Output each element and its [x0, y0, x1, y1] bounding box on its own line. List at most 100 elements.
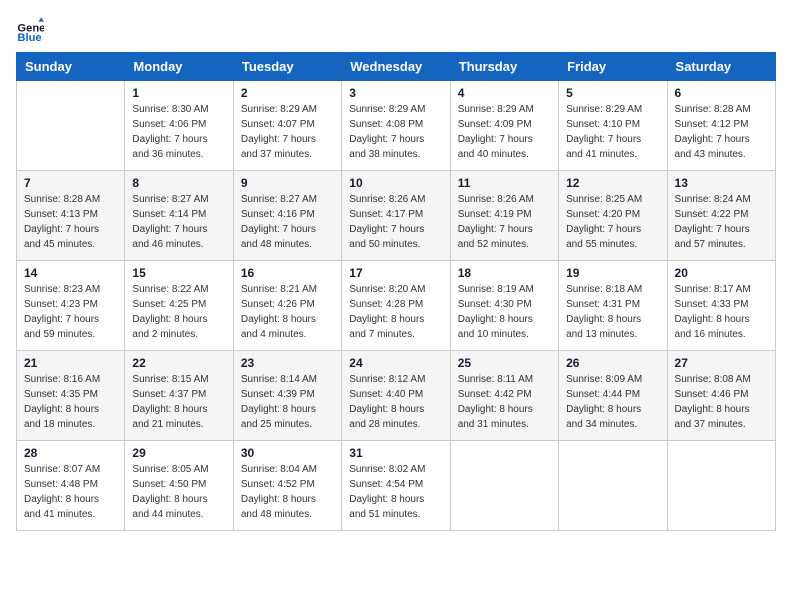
day-info: Sunrise: 8:09 AM Sunset: 4:44 PM Dayligh…	[566, 372, 659, 432]
day-cell: 3 Sunrise: 8:29 AM Sunset: 4:08 PM Daylig…	[342, 81, 450, 171]
day-info: Sunrise: 8:17 AM Sunset: 4:33 PM Dayligh…	[675, 282, 768, 342]
day-info: Sunrise: 8:19 AM Sunset: 4:30 PM Dayligh…	[458, 282, 551, 342]
day-cell: 15 Sunrise: 8:22 AM Sunset: 4:25 PM Dayli…	[125, 261, 233, 351]
day-number: 13	[675, 176, 768, 190]
day-info: Sunrise: 8:30 AM Sunset: 4:06 PM Dayligh…	[132, 102, 225, 162]
day-info: Sunrise: 8:29 AM Sunset: 4:09 PM Dayligh…	[458, 102, 551, 162]
day-number: 9	[241, 176, 334, 190]
day-cell: 13 Sunrise: 8:24 AM Sunset: 4:22 PM Dayli…	[667, 171, 775, 261]
day-cell: 31 Sunrise: 8:02 AM Sunset: 4:54 PM Dayli…	[342, 441, 450, 531]
day-cell: 30 Sunrise: 8:04 AM Sunset: 4:52 PM Dayli…	[233, 441, 341, 531]
day-cell: 22Sunrise: 8:15 AM Sunset: 4:37 PM Dayli…	[125, 351, 233, 441]
weekday-header-wednesday: Wednesday	[342, 53, 450, 81]
day-info: Sunrise: 8:25 AM Sunset: 4:20 PM Dayligh…	[566, 192, 659, 252]
day-info: Sunrise: 8:11 AM Sunset: 4:42 PM Dayligh…	[458, 372, 551, 432]
day-info: Sunrise: 8:28 AM Sunset: 4:13 PM Dayligh…	[24, 192, 117, 252]
day-info: Sunrise: 8:12 AM Sunset: 4:40 PM Dayligh…	[349, 372, 442, 432]
day-number: 1	[132, 86, 225, 100]
day-cell: 19 Sunrise: 8:18 AM Sunset: 4:31 PM Dayli…	[559, 261, 667, 351]
day-cell: 8 Sunrise: 8:27 AM Sunset: 4:14 PM Daylig…	[125, 171, 233, 261]
day-cell: 24 Sunrise: 8:12 AM Sunset: 4:40 PM Dayli…	[342, 351, 450, 441]
day-number: 24	[349, 356, 442, 370]
day-cell: 16 Sunrise: 8:21 AM Sunset: 4:26 PM Dayli…	[233, 261, 341, 351]
day-cell: 5Sunrise: 8:29 AM Sunset: 4:10 PM Daylig…	[559, 81, 667, 171]
day-cell	[450, 441, 558, 531]
day-info: Sunrise: 8:24 AM Sunset: 4:22 PM Dayligh…	[675, 192, 768, 252]
day-cell: 18 Sunrise: 8:19 AM Sunset: 4:30 PM Dayli…	[450, 261, 558, 351]
day-number: 17	[349, 266, 442, 280]
day-info: Sunrise: 8:14 AM Sunset: 4:39 PM Dayligh…	[241, 372, 334, 432]
day-info: Sunrise: 8:26 AM Sunset: 4:19 PM Dayligh…	[458, 192, 551, 252]
day-cell: 2Sunrise: 8:29 AM Sunset: 4:07 PM Daylig…	[233, 81, 341, 171]
weekday-header-monday: Monday	[125, 53, 233, 81]
day-number: 26	[566, 356, 659, 370]
day-cell: 6 Sunrise: 8:28 AM Sunset: 4:12 PM Daylig…	[667, 81, 775, 171]
day-number: 30	[241, 446, 334, 460]
calendar-table: SundayMondayTuesdayWednesdayThursdayFrid…	[16, 52, 776, 531]
day-info: Sunrise: 8:28 AM Sunset: 4:12 PM Dayligh…	[675, 102, 768, 162]
day-info: Sunrise: 8:29 AM Sunset: 4:07 PM Dayligh…	[241, 102, 334, 162]
day-number: 25	[458, 356, 551, 370]
day-number: 8	[132, 176, 225, 190]
day-cell: 12 Sunrise: 8:25 AM Sunset: 4:20 PM Dayli…	[559, 171, 667, 261]
day-info: Sunrise: 8:26 AM Sunset: 4:17 PM Dayligh…	[349, 192, 442, 252]
day-number: 6	[675, 86, 768, 100]
day-number: 4	[458, 86, 551, 100]
day-info: Sunrise: 8:04 AM Sunset: 4:52 PM Dayligh…	[241, 462, 334, 522]
day-cell: 1 Sunrise: 8:30 AM Sunset: 4:06 PM Daylig…	[125, 81, 233, 171]
weekday-header-row: SundayMondayTuesdayWednesdayThursdayFrid…	[17, 53, 776, 81]
weekday-header-friday: Friday	[559, 53, 667, 81]
day-number: 23	[241, 356, 334, 370]
day-info: Sunrise: 8:18 AM Sunset: 4:31 PM Dayligh…	[566, 282, 659, 342]
day-info: Sunrise: 8:21 AM Sunset: 4:26 PM Dayligh…	[241, 282, 334, 342]
day-info: Sunrise: 8:02 AM Sunset: 4:54 PM Dayligh…	[349, 462, 442, 522]
week-row-1: 1 Sunrise: 8:30 AM Sunset: 4:06 PM Daylig…	[17, 81, 776, 171]
day-number: 15	[132, 266, 225, 280]
day-cell: 21Sunrise: 8:16 AM Sunset: 4:35 PM Dayli…	[17, 351, 125, 441]
weekday-header-saturday: Saturday	[667, 53, 775, 81]
day-info: Sunrise: 8:05 AM Sunset: 4:50 PM Dayligh…	[132, 462, 225, 522]
day-number: 10	[349, 176, 442, 190]
day-number: 31	[349, 446, 442, 460]
day-info: Sunrise: 8:08 AM Sunset: 4:46 PM Dayligh…	[675, 372, 768, 432]
day-cell: 28 Sunrise: 8:07 AM Sunset: 4:48 PM Dayli…	[17, 441, 125, 531]
day-cell	[559, 441, 667, 531]
day-number: 16	[241, 266, 334, 280]
day-info: Sunrise: 8:07 AM Sunset: 4:48 PM Dayligh…	[24, 462, 117, 522]
day-info: Sunrise: 8:20 AM Sunset: 4:28 PM Dayligh…	[349, 282, 442, 342]
logo: General Blue	[16, 16, 46, 44]
day-number: 3	[349, 86, 442, 100]
day-cell: 11 Sunrise: 8:26 AM Sunset: 4:19 PM Dayli…	[450, 171, 558, 261]
day-info: Sunrise: 8:22 AM Sunset: 4:25 PM Dayligh…	[132, 282, 225, 342]
day-cell: 29Sunrise: 8:05 AM Sunset: 4:50 PM Dayli…	[125, 441, 233, 531]
day-cell	[667, 441, 775, 531]
day-number: 27	[675, 356, 768, 370]
day-cell	[17, 81, 125, 171]
day-cell: 17 Sunrise: 8:20 AM Sunset: 4:28 PM Dayli…	[342, 261, 450, 351]
svg-text:Blue: Blue	[17, 32, 41, 44]
day-cell: 4 Sunrise: 8:29 AM Sunset: 4:09 PM Daylig…	[450, 81, 558, 171]
day-cell: 7 Sunrise: 8:28 AM Sunset: 4:13 PM Daylig…	[17, 171, 125, 261]
day-number: 5	[566, 86, 659, 100]
day-cell: 14Sunrise: 8:23 AM Sunset: 4:23 PM Dayli…	[17, 261, 125, 351]
weekday-header-thursday: Thursday	[450, 53, 558, 81]
week-row-2: 7 Sunrise: 8:28 AM Sunset: 4:13 PM Daylig…	[17, 171, 776, 261]
day-info: Sunrise: 8:29 AM Sunset: 4:08 PM Dayligh…	[349, 102, 442, 162]
day-number: 11	[458, 176, 551, 190]
day-cell: 27 Sunrise: 8:08 AM Sunset: 4:46 PM Dayli…	[667, 351, 775, 441]
day-cell: 23 Sunrise: 8:14 AM Sunset: 4:39 PM Dayli…	[233, 351, 341, 441]
day-number: 12	[566, 176, 659, 190]
weekday-header-sunday: Sunday	[17, 53, 125, 81]
day-number: 18	[458, 266, 551, 280]
day-info: Sunrise: 8:15 AM Sunset: 4:37 PM Dayligh…	[132, 372, 225, 432]
day-cell: 10 Sunrise: 8:26 AM Sunset: 4:17 PM Dayli…	[342, 171, 450, 261]
day-info: Sunrise: 8:27 AM Sunset: 4:14 PM Dayligh…	[132, 192, 225, 252]
day-number: 28	[24, 446, 117, 460]
day-cell: 9 Sunrise: 8:27 AM Sunset: 4:16 PM Daylig…	[233, 171, 341, 261]
day-number: 14	[24, 266, 117, 280]
day-number: 21	[24, 356, 117, 370]
day-number: 7	[24, 176, 117, 190]
day-number: 19	[566, 266, 659, 280]
day-info: Sunrise: 8:27 AM Sunset: 4:16 PM Dayligh…	[241, 192, 334, 252]
day-cell: 20Sunrise: 8:17 AM Sunset: 4:33 PM Dayli…	[667, 261, 775, 351]
